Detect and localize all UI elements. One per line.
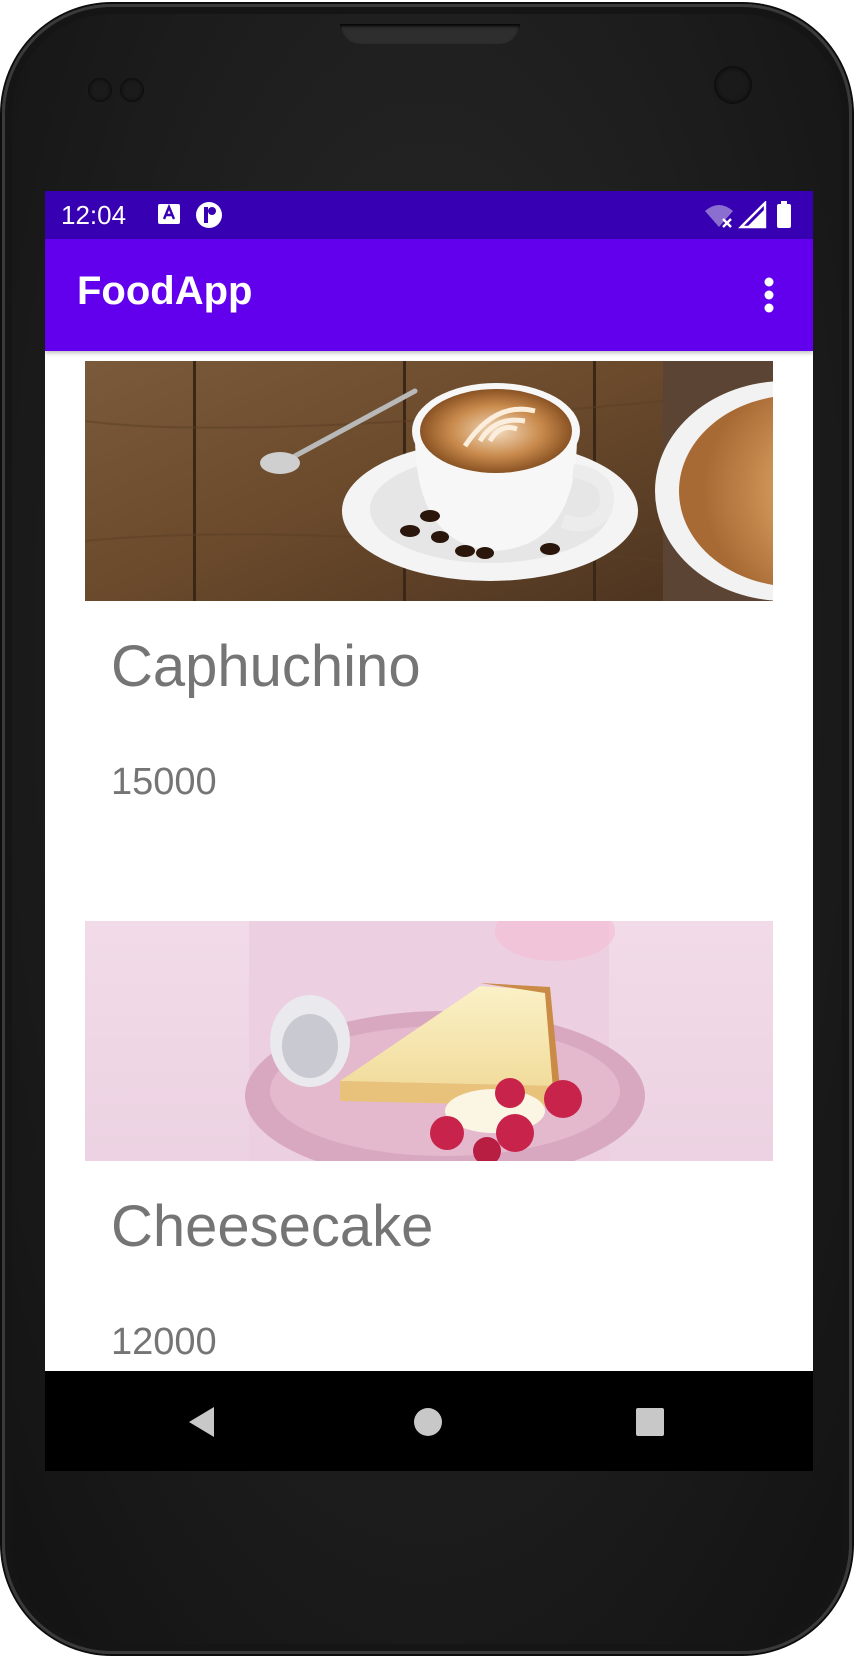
home-button[interactable] (403, 1397, 453, 1447)
sensor (120, 78, 144, 102)
item-price: 15000 (111, 761, 217, 803)
battery-icon (777, 201, 791, 228)
signal-icon (738, 201, 767, 229)
wifi-off-icon (705, 205, 733, 228)
recents-button[interactable] (625, 1397, 675, 1447)
overflow-menu-button[interactable] (749, 269, 789, 321)
food-list: Caphuchino 15000 Cheesecake 12000 (45, 351, 813, 1371)
item-title: Caphuchino (111, 634, 421, 699)
system-status-icons (705, 201, 791, 229)
front-camera (714, 66, 752, 104)
system-nav-bar (45, 1371, 813, 1471)
item-price: 12000 (111, 1321, 217, 1363)
list-item[interactable]: Caphuchino 15000 (85, 361, 773, 881)
screen: 12:04 FoodApp Caphuchino 15000 Cheesecak… (45, 191, 813, 1471)
app-title: FoodApp (77, 269, 253, 313)
list-item[interactable]: Cheesecake 12000 (85, 921, 773, 1371)
back-button[interactable] (177, 1397, 227, 1447)
sensor (88, 78, 112, 102)
recents-icon (636, 1408, 664, 1436)
home-icon (414, 1408, 442, 1436)
device-frame: 12:04 FoodApp Caphuchino 15000 Cheesecak… (2, 4, 852, 1654)
app-bar: FoodApp (45, 239, 813, 351)
item-title: Cheesecake (111, 1194, 434, 1259)
cappuccino-photo (85, 361, 773, 601)
keyboard-notification-icon (158, 203, 180, 224)
back-icon (189, 1407, 214, 1437)
cheesecake-photo (85, 921, 773, 1161)
status-bar: 12:04 (45, 191, 813, 239)
speaker-grille (340, 24, 520, 44)
app-notification-icon (196, 202, 222, 228)
status-time: 12:04 (61, 200, 127, 230)
more-vert-icon (764, 277, 774, 313)
